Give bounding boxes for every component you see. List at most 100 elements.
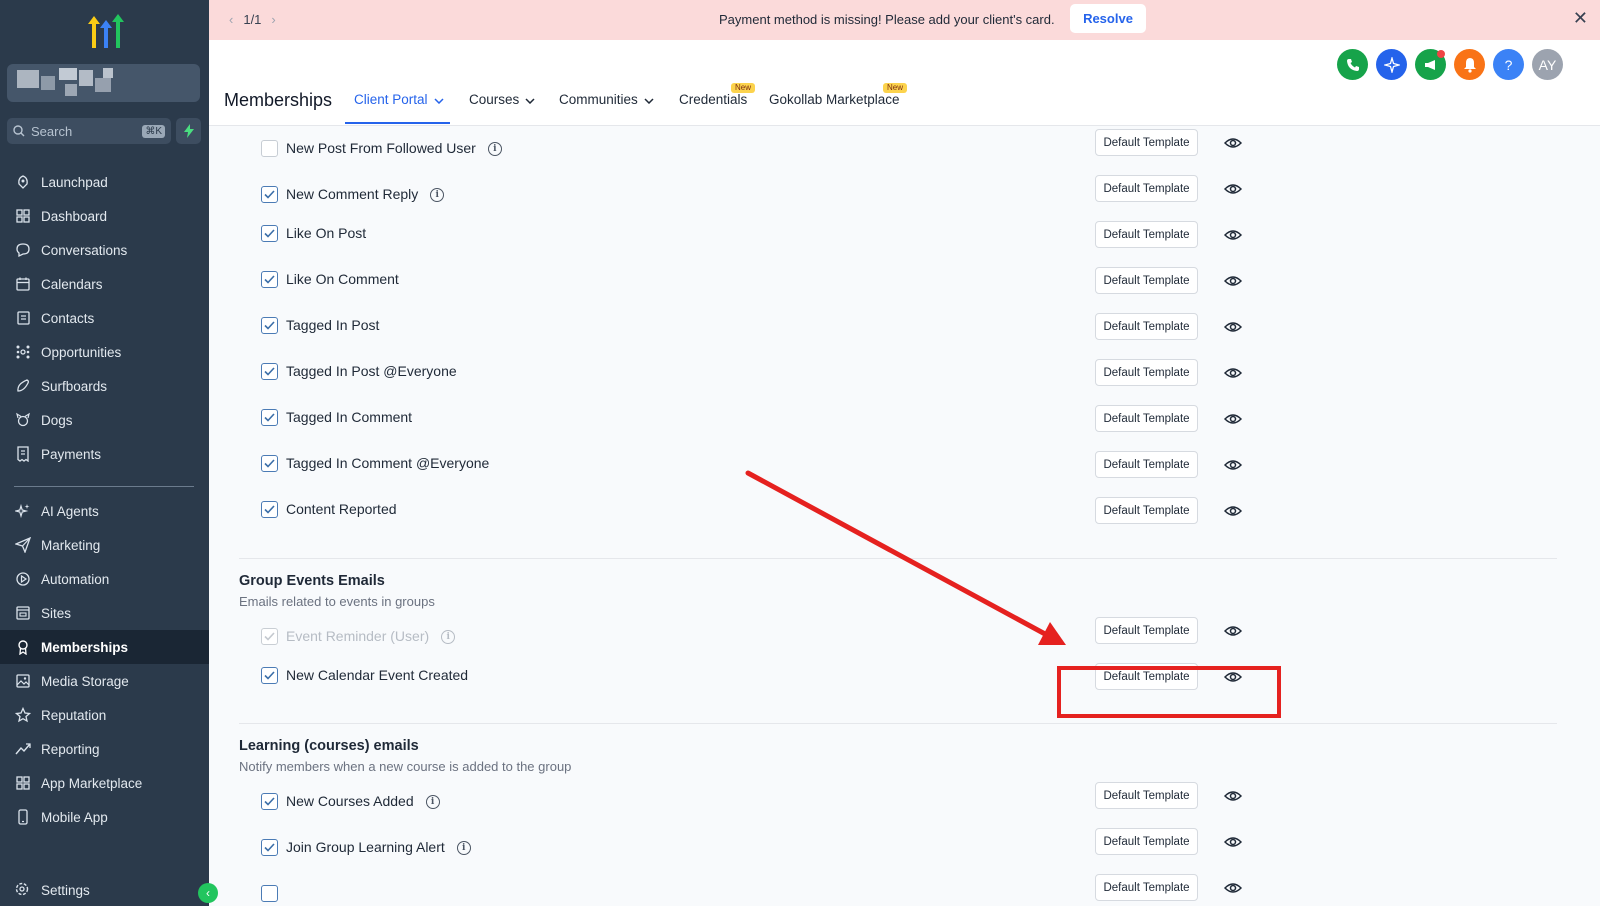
sparkle-icon — [14, 502, 32, 520]
checkbox-event-reminder-user — [261, 628, 278, 645]
tab-gokollab-marketplace[interactable]: Gokollab Marketplace — [769, 92, 900, 107]
info-icon[interactable]: i — [425, 795, 440, 810]
avatar[interactable]: AY — [1532, 49, 1563, 80]
section-title-group-events: Group Events Emails — [239, 573, 385, 589]
search-input[interactable]: Search ⌘K — [7, 118, 171, 144]
tab-communities[interactable]: Communities — [559, 92, 654, 107]
default-template-button[interactable]: Default Template — [1095, 497, 1198, 524]
eye-icon[interactable] — [1223, 318, 1243, 336]
default-template-button[interactable]: Default Template — [1095, 874, 1198, 901]
sidebar-item-sites[interactable]: Sites — [0, 596, 209, 630]
sidebar-item-mobile-app[interactable]: Mobile App — [0, 800, 209, 834]
chevron-right-icon[interactable]: › — [271, 12, 275, 27]
checkbox[interactable] — [261, 885, 278, 902]
checkbox-like-on-comment[interactable] — [261, 271, 278, 288]
quick-action-button[interactable] — [176, 118, 201, 144]
help-button[interactable]: ? — [1493, 49, 1524, 80]
default-template-button[interactable]: Default Template — [1095, 405, 1198, 432]
checkbox-join-group-learning-alert[interactable] — [261, 839, 278, 856]
phone-button[interactable] — [1337, 49, 1368, 80]
notification-row-content-reported: Content Reported Default Template — [209, 487, 1600, 527]
row-label: Join Group Learning Alert i — [286, 839, 471, 856]
checkbox-like-on-post[interactable] — [261, 225, 278, 242]
sidebar-item-surfboards[interactable]: Surfboards — [0, 369, 209, 403]
eye-icon[interactable] — [1223, 134, 1243, 152]
tab-credentials[interactable]: Credentials — [679, 92, 747, 107]
chevron-left-icon[interactable]: ‹ — [229, 12, 233, 27]
eye-icon[interactable] — [1223, 226, 1243, 244]
eye-icon[interactable] — [1223, 502, 1243, 520]
checkbox-tagged-in-post-everyone[interactable] — [261, 363, 278, 380]
checkbox-tagged-in-comment[interactable] — [261, 409, 278, 426]
eye-icon[interactable] — [1223, 456, 1243, 474]
checkbox-new-post-from-followed-user[interactable] — [261, 140, 278, 157]
sidebar-item-conversations[interactable]: Conversations — [0, 233, 209, 267]
collapse-sidebar-button[interactable]: ‹ — [198, 883, 218, 903]
sidebar-item-app-marketplace[interactable]: App Marketplace — [0, 766, 209, 800]
eye-icon[interactable] — [1223, 787, 1243, 805]
sidebar-item-label: Sites — [41, 605, 72, 621]
sidebar: Search ⌘K Launchpad Dashboard Conversation… — [0, 0, 209, 906]
sidebar-item-media-storage[interactable]: Media Storage — [0, 664, 209, 698]
sidebar-item-reporting[interactable]: Reporting — [0, 732, 209, 766]
ai-assistant-button[interactable] — [1376, 49, 1407, 80]
eye-icon[interactable] — [1223, 833, 1243, 851]
sidebar-item-ai-agents[interactable]: AI Agents — [0, 494, 209, 528]
sidebar-item-opportunities[interactable]: Opportunities — [0, 335, 209, 369]
eye-icon[interactable] — [1223, 879, 1243, 897]
info-icon[interactable]: i — [456, 841, 471, 856]
sidebar-item-launchpad[interactable]: Launchpad — [0, 165, 209, 199]
account-switcher[interactable] — [7, 64, 200, 102]
eye-icon[interactable] — [1223, 272, 1243, 290]
sidebar-item-memberships[interactable]: Memberships — [0, 630, 209, 664]
default-template-button[interactable]: Default Template — [1095, 221, 1198, 248]
checkbox-tagged-in-comment-everyone[interactable] — [261, 455, 278, 472]
notification-row-new-comment-reply: New Comment Reply i Default Template — [209, 172, 1600, 212]
sidebar-item-calendars[interactable]: Calendars — [0, 267, 209, 301]
sidebar-item-reputation[interactable]: Reputation — [0, 698, 209, 732]
info-icon[interactable]: i — [487, 142, 502, 157]
sidebar-item-label: Dogs — [41, 412, 73, 428]
default-template-button[interactable]: Default Template — [1095, 617, 1198, 644]
sidebar-item-dashboard[interactable]: Dashboard — [0, 199, 209, 233]
info-icon[interactable]: i — [430, 188, 445, 203]
default-template-button[interactable]: Default Template — [1095, 451, 1198, 478]
eye-icon[interactable] — [1223, 364, 1243, 382]
section-subtitle-group-events: Emails related to events in groups — [239, 594, 435, 609]
row-label-text: Event Reminder (User) — [286, 628, 430, 644]
close-icon[interactable]: ✕ — [1573, 8, 1588, 29]
checkbox-content-reported[interactable] — [261, 501, 278, 518]
checkbox-new-courses-added[interactable] — [261, 793, 278, 810]
sidebar-item-settings[interactable]: Settings — [0, 873, 209, 906]
checkbox-tagged-in-post[interactable] — [261, 317, 278, 334]
tab-client-portal[interactable]: Client Portal — [354, 92, 444, 107]
tab-courses[interactable]: Courses — [469, 92, 535, 107]
default-template-button[interactable]: Default Template — [1095, 175, 1198, 202]
eye-icon[interactable] — [1223, 410, 1243, 428]
notifications-button[interactable] — [1454, 49, 1485, 80]
notification-row-join-group-learning-alert: Join Group Learning Alert i Default Templ… — [209, 825, 1600, 865]
checkbox-new-calendar-event-created[interactable] — [261, 667, 278, 684]
sidebar-item-payments[interactable]: Payments — [0, 437, 209, 471]
sidebar-item-contacts[interactable]: Contacts — [0, 301, 209, 335]
sidebar-item-label: AI Agents — [41, 503, 99, 519]
checkbox-new-comment-reply[interactable] — [261, 186, 278, 203]
default-template-button[interactable]: Default Template — [1095, 782, 1198, 809]
default-template-button[interactable]: Default Template — [1095, 359, 1198, 386]
eye-icon[interactable] — [1223, 622, 1243, 640]
info-icon[interactable]: i — [441, 630, 456, 645]
payment-banner: ‹ 1/1 › Payment method is missing! Pleas… — [209, 0, 1600, 40]
default-template-button[interactable]: Default Template — [1095, 129, 1198, 156]
resolve-button[interactable]: Resolve — [1070, 4, 1146, 33]
calendar-icon — [14, 275, 32, 293]
sidebar-item-dogs[interactable]: Dogs — [0, 403, 209, 437]
sidebar-item-automation[interactable]: Automation — [0, 562, 209, 596]
default-template-button[interactable]: Default Template — [1095, 828, 1198, 855]
eye-icon[interactable] — [1223, 180, 1243, 198]
default-template-button[interactable]: Default Template — [1095, 267, 1198, 294]
sidebar-item-marketing[interactable]: Marketing — [0, 528, 209, 562]
default-template-button[interactable]: Default Template — [1095, 313, 1198, 340]
app-logo[interactable] — [80, 10, 128, 50]
notification-row-tagged-in-post-everyone: Tagged In Post @Everyone Default Templat… — [209, 349, 1600, 389]
announcements-button[interactable] — [1415, 49, 1446, 80]
